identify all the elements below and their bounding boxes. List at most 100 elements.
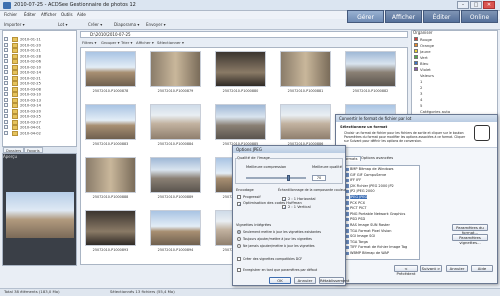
- envoyer-button[interactable]: Envoyer ▾: [146, 20, 166, 29]
- organize-item[interactable]: Valeurs: [420, 73, 434, 78]
- folder-checkbox[interactable]: [4, 103, 8, 107]
- organize-item[interactable]: 5: [420, 103, 422, 108]
- afficher-button[interactable]: Afficher ▾: [136, 40, 154, 45]
- format-item[interactable]: TGA Format Pixel Vision: [350, 229, 391, 233]
- thumbnail[interactable]: 25072010-P1000882: [342, 49, 399, 97]
- folder-checkbox[interactable]: [4, 70, 8, 74]
- lot-button[interactable]: Lot ▾: [58, 20, 67, 29]
- menu-aide[interactable]: Aide: [77, 12, 86, 17]
- mode-tab-gerer[interactable]: Gérer: [347, 10, 384, 23]
- folder-item[interactable]: 2010-04-01: [12, 125, 72, 130]
- folder-checkbox[interactable]: [4, 114, 8, 118]
- help-button[interactable]: Aide: [471, 265, 493, 272]
- menu-fichier[interactable]: Fichier: [4, 12, 17, 17]
- folder-item[interactable]: 2010-03-13: [12, 98, 72, 102]
- folder-item[interactable]: 2010-03-08: [12, 87, 72, 91]
- thumbnail[interactable]: 25072010-P1000878: [82, 49, 139, 97]
- folder-item[interactable]: 2010-02-21: [12, 76, 72, 80]
- creer-button[interactable]: Créer ▾: [88, 20, 102, 29]
- diaporama-button[interactable]: Diaporama ▾: [114, 20, 139, 29]
- folder-checkbox[interactable]: [4, 97, 8, 102]
- thumbnail[interactable]: 25072010-P1000885: [212, 102, 269, 150]
- folder-checkbox[interactable]: [4, 81, 8, 85]
- folder-item[interactable]: 2010-02-06: [12, 59, 72, 64]
- format-item[interactable]: JPEG JPEG: [350, 195, 368, 199]
- format-item[interactable]: J2K Fichier JPEG 2000 JP2: [350, 184, 394, 188]
- thumbnail[interactable]: 25072010-P1000881: [277, 49, 334, 97]
- organize-item[interactable]: 3: [420, 91, 422, 96]
- cancel-button[interactable]: Annuler: [294, 277, 316, 284]
- folder-checkbox[interactable]: [4, 64, 8, 69]
- format-item[interactable]: JP2 JPEG 2000: [350, 189, 375, 193]
- organize-item[interactable]: Rouge: [420, 37, 432, 42]
- format-item[interactable]: SGI Image SGI: [350, 234, 375, 238]
- folder-checkbox[interactable]: [4, 53, 8, 58]
- thumbnail[interactable]: 25072010-P1000889: [147, 155, 204, 203]
- trier-button[interactable]: Trier ▾: [121, 40, 132, 45]
- folder-checkbox[interactable]: [4, 108, 8, 113]
- format-item[interactable]: PSD PSD: [350, 217, 365, 221]
- h21-checkbox[interactable]: [282, 197, 287, 202]
- folder-checkbox[interactable]: [4, 42, 8, 47]
- mode-tab-editer[interactable]: Éditer: [423, 10, 460, 23]
- folder-checkbox[interactable]: [4, 92, 8, 96]
- organize-item[interactable]: 2: [420, 85, 422, 90]
- folder-item[interactable]: 2010-04-02: [12, 131, 72, 135]
- folder-item[interactable]: 2010-01-28: [12, 54, 72, 58]
- menu-outils[interactable]: Outils: [61, 12, 73, 17]
- selectionner-button[interactable]: Sélectionner ▾: [157, 40, 184, 45]
- format-item[interactable]: WBMP Bitmap de WAP: [350, 251, 389, 255]
- save-default-checkbox[interactable]: [237, 268, 241, 272]
- folder-checkbox[interactable]: [4, 130, 8, 135]
- menu-afficher[interactable]: Afficher: [41, 12, 56, 17]
- folder-item[interactable]: 2010-02-14: [12, 70, 72, 75]
- thumb-settings-button[interactable]: Paramètres vignettes...: [452, 234, 488, 245]
- organize-item[interactable]: Orange: [420, 43, 434, 48]
- thumbnail[interactable]: 25072010-P1000888: [82, 155, 139, 203]
- thumbnail[interactable]: 25072010-P1000884: [147, 102, 204, 150]
- thumbs-option-always[interactable]: [237, 237, 241, 241]
- organize-item[interactable]: Jaune: [420, 49, 431, 54]
- thumbnail[interactable]: 25072010-P1000894: [147, 208, 204, 256]
- folder-item[interactable]: 2010-03-10: [12, 92, 72, 97]
- format-item[interactable]: BMP Bitmap de Windows: [350, 167, 393, 171]
- folder-item[interactable]: 2010-02-10: [12, 65, 72, 69]
- quality-value[interactable]: 70: [312, 175, 326, 181]
- grouper-button[interactable]: Grouper ▾: [101, 40, 120, 45]
- ok-button[interactable]: OK: [269, 277, 291, 284]
- quality-slider-knob[interactable]: [286, 175, 290, 181]
- organize-item[interactable]: 4: [420, 97, 422, 102]
- organize-item[interactable]: 1: [420, 79, 422, 84]
- format-item[interactable]: PNG Portable Network Graphics: [350, 212, 405, 216]
- format-item[interactable]: IFF IFF: [350, 178, 361, 182]
- filtres-button[interactable]: Filtres ▾: [82, 40, 96, 45]
- organize-item[interactable]: Vert: [420, 55, 428, 60]
- format-item[interactable]: GIF GIF CompuServe: [350, 173, 386, 177]
- mode-tab-online[interactable]: Online: [461, 10, 498, 23]
- format-item[interactable]: RAS Image SUN Raster: [350, 223, 390, 227]
- folder-checkbox[interactable]: [4, 59, 8, 63]
- format-item[interactable]: PICT PICT: [350, 206, 367, 210]
- organize-item[interactable]: Violet: [420, 67, 431, 72]
- optimize-checkbox[interactable]: [237, 202, 242, 207]
- folder-item[interactable]: 2010-02-25: [12, 81, 72, 86]
- folder-checkbox[interactable]: [4, 75, 8, 80]
- folder-item[interactable]: 2010-01-11: [12, 37, 72, 42]
- folder-checkbox[interactable]: [4, 119, 8, 124]
- quality-slider-track[interactable]: [246, 177, 306, 179]
- next-button[interactable]: Suivant >: [420, 265, 442, 272]
- thumbnail[interactable]: 25072010-P1000893: [82, 208, 139, 256]
- thumbnail[interactable]: 25072010-P1000880: [212, 49, 269, 97]
- format-item[interactable]: TGA Targa: [350, 240, 368, 244]
- folder-item[interactable]: 2010-03-14: [12, 103, 72, 108]
- progressive-checkbox[interactable]: [237, 195, 241, 199]
- format-item[interactable]: PCX PCX: [350, 201, 365, 205]
- folder-item[interactable]: 2010-01-21: [12, 48, 72, 53]
- v21-checkbox[interactable]: [282, 205, 287, 210]
- mode-tab-afficher[interactable]: Afficher: [385, 10, 422, 23]
- organize-item[interactable]: Bleu: [420, 61, 428, 66]
- previous-button[interactable]: < Précédent: [394, 265, 418, 276]
- maximize-button[interactable]: □: [470, 1, 482, 9]
- thumbs-option-update[interactable]: [237, 230, 241, 234]
- folder-checkbox[interactable]: [4, 86, 8, 91]
